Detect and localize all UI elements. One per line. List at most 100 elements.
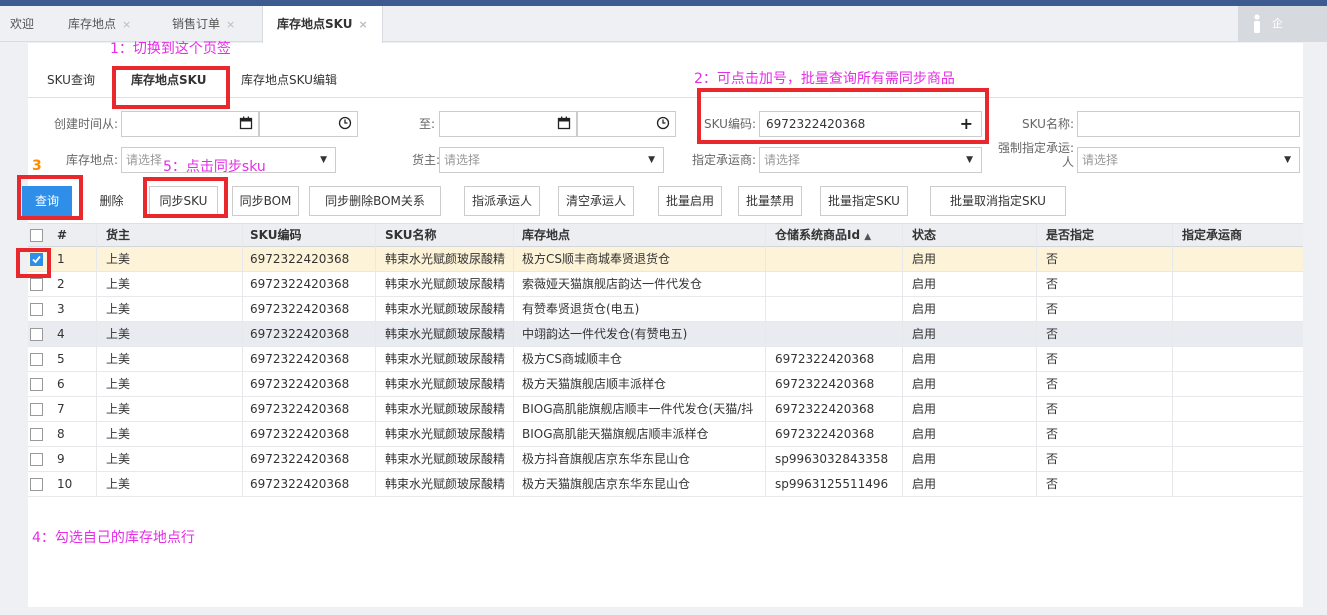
- table-cell: 上美: [106, 327, 131, 341]
- table-cell: 否: [1046, 402, 1059, 416]
- subtab-sku-query[interactable]: SKU查询: [47, 67, 95, 93]
- table-cell: 6972322420368: [775, 427, 875, 441]
- table-cell: 启用: [912, 252, 937, 266]
- row-checkbox[interactable]: [30, 278, 43, 291]
- carrier-placeholder: 请选择: [764, 153, 801, 167]
- table-cell: 启用: [912, 377, 937, 391]
- table-cell: 6972322420368: [250, 252, 350, 266]
- highlight-box-sku-code: [697, 88, 989, 144]
- table-cell: 韩束水光赋颜玻尿酸精: [385, 302, 506, 316]
- table-cell: 否: [1046, 477, 1059, 491]
- page-tab-label: 库存地点SKU: [277, 17, 353, 31]
- page-tab-stock-location-sku[interactable]: 库存地点SKU ×: [262, 6, 383, 43]
- table-cell: 上美: [106, 477, 131, 491]
- page-tab-bar: 欢迎 库存地点 × 销售订单 × 库存地点SKU × 企: [0, 6, 1327, 43]
- column-header[interactable]: 是否指定: [1046, 224, 1094, 246]
- table-cell: 韩束水光赋颜玻尿酸精: [385, 427, 506, 441]
- page-tab-stock-location[interactable]: 库存地点 ×: [68, 6, 131, 42]
- table-row[interactable]: 8 上美 6972322420368 韩束水光赋颜玻尿酸精 BIOG高肌能天猫旗舰店顺丰…: [28, 422, 1303, 447]
- user-menu[interactable]: 企: [1238, 6, 1327, 42]
- table-cell: 6972322420368: [250, 477, 350, 491]
- sku-name-input[interactable]: [1077, 111, 1300, 137]
- table-row[interactable]: 7 上美 6972322420368 韩束水光赋颜玻尿酸精 BIOG高肌能旗舰店顺丰一件…: [28, 397, 1303, 422]
- table-cell: 启用: [912, 302, 937, 316]
- app-root: 欢迎 库存地点 × 销售订单 × 库存地点SKU × 企 SKU查询 库存地点SKU …: [0, 0, 1327, 615]
- batch-enable-button[interactable]: 批量启用: [658, 186, 722, 216]
- clear-carrier-button[interactable]: 清空承运人: [558, 186, 634, 216]
- table-cell: 上美: [106, 427, 131, 441]
- forced-carrier-label-line1: 强制指定承运:: [997, 141, 1074, 155]
- column-header[interactable]: 状态: [912, 224, 936, 246]
- chevron-down-icon: ▼: [966, 155, 973, 165]
- forced-carrier-select[interactable]: 请选择 ▼: [1077, 147, 1300, 173]
- close-icon[interactable]: ×: [358, 18, 367, 31]
- select-all-checkbox[interactable]: [30, 229, 43, 242]
- column-header[interactable]: 指定承运商: [1182, 224, 1242, 246]
- row-checkbox[interactable]: [30, 303, 43, 316]
- row-checkbox[interactable]: [30, 428, 43, 441]
- table-cell: 启用: [912, 352, 937, 366]
- table-cell: 上美: [106, 452, 131, 466]
- batch-assign-sku-button[interactable]: 批量指定SKU: [820, 186, 908, 216]
- table-row[interactable]: 3 上美 6972322420368 韩束水光赋颜玻尿酸精 有赞奉贤退货仓(电五) 启用 否: [28, 297, 1303, 322]
- batch-disable-button[interactable]: 批量禁用: [738, 186, 802, 216]
- sort-asc-icon: ▲: [864, 232, 872, 242]
- page-tab-sales-order[interactable]: 销售订单 ×: [172, 6, 235, 42]
- created-from-time-input[interactable]: [259, 111, 358, 137]
- table-row[interactable]: 1 上美 6972322420368 韩束水光赋颜玻尿酸精 极方CS顺丰商城奉贤退货仓 启…: [28, 247, 1303, 272]
- table-cell: 极方天猫旗舰店京东华东昆山仓: [522, 477, 691, 491]
- created-to-time-input[interactable]: [577, 111, 676, 137]
- table-cell: 上美: [106, 252, 131, 266]
- row-checkbox[interactable]: [30, 328, 43, 341]
- created-to-date-input[interactable]: [439, 111, 577, 137]
- row-checkbox[interactable]: [30, 453, 43, 466]
- annotation-step-5: 5：点击同步sku: [163, 159, 266, 175]
- table-row[interactable]: 10 上美 6972322420368 韩束水光赋颜玻尿酸精 极方天猫旗舰店京东华东昆山…: [28, 472, 1303, 497]
- calendar-icon[interactable]: [239, 116, 253, 130]
- carrier-label: 指定承运商:: [691, 153, 756, 167]
- annotation-step-1: 1：切换到这个页签: [110, 41, 231, 57]
- clock-icon[interactable]: [338, 116, 352, 130]
- column-header[interactable]: 仓储系统商品Id ▲: [775, 224, 871, 248]
- column-header[interactable]: #: [57, 224, 67, 246]
- created-from-date-input[interactable]: [121, 111, 259, 137]
- sync-bom-button[interactable]: 同步BOM: [232, 186, 299, 216]
- table-row[interactable]: 6 上美 6972322420368 韩束水光赋颜玻尿酸精 极方天猫旗舰店顺丰派样仓 69…: [28, 372, 1303, 397]
- owner-select[interactable]: 请选择 ▼: [439, 147, 664, 173]
- column-header[interactable]: 货主: [106, 224, 130, 246]
- close-icon[interactable]: ×: [122, 18, 131, 31]
- delete-button[interactable]: 删除: [86, 186, 137, 216]
- batch-unassign-sku-button[interactable]: 批量取消指定SKU: [930, 186, 1066, 216]
- carrier-select[interactable]: 请选择 ▼: [759, 147, 982, 173]
- location-placeholder: 请选择: [126, 153, 163, 167]
- row-checkbox[interactable]: [30, 378, 43, 391]
- table-row[interactable]: 4 上美 6972322420368 韩束水光赋颜玻尿酸精 中翊韵达一件代发仓(有赞电五…: [28, 322, 1303, 347]
- close-icon[interactable]: ×: [226, 18, 235, 31]
- table-cell: 上美: [106, 302, 131, 316]
- forced-carrier-placeholder: 请选择: [1082, 153, 1119, 167]
- sync-delete-bom-relation-button[interactable]: 同步删除BOM关系: [309, 186, 441, 216]
- subtab-stock-location-sku-edit[interactable]: 库存地点SKU编辑: [241, 67, 337, 93]
- page-tab-welcome[interactable]: 欢迎: [10, 6, 34, 42]
- column-header-label: 仓储系统商品Id: [775, 228, 861, 242]
- column-header[interactable]: 库存地点: [522, 224, 570, 246]
- calendar-icon[interactable]: [557, 116, 571, 130]
- row-checkbox[interactable]: [30, 353, 43, 366]
- table-row[interactable]: 9 上美 6972322420368 韩束水光赋颜玻尿酸精 极方抖音旗舰店京东华东昆山仓…: [28, 447, 1303, 472]
- clock-icon[interactable]: [656, 116, 670, 130]
- table-cell: 2: [57, 277, 65, 291]
- row-checkbox[interactable]: [30, 478, 43, 491]
- table-cell: 6972322420368: [775, 377, 875, 391]
- table-row[interactable]: 5 上美 6972322420368 韩束水光赋颜玻尿酸精 极方CS商城顺丰仓 69723…: [28, 347, 1303, 372]
- column-header[interactable]: SKU编码: [250, 224, 301, 246]
- table-row[interactable]: 2 上美 6972322420368 韩束水光赋颜玻尿酸精 索薇娅天猫旗舰店韵达一件代发…: [28, 272, 1303, 297]
- row-checkbox[interactable]: [30, 403, 43, 416]
- table-cell: 6972322420368: [775, 352, 875, 366]
- assign-carrier-button[interactable]: 指派承运人: [464, 186, 540, 216]
- column-header[interactable]: SKU名称: [385, 224, 436, 246]
- table-cell: 否: [1046, 302, 1059, 316]
- table-cell: 韩束水光赋颜玻尿酸精: [385, 277, 506, 291]
- forced-carrier-label-line2: 人: [1061, 155, 1074, 169]
- table-cell: 否: [1046, 452, 1059, 466]
- highlight-box-query: [17, 175, 83, 220]
